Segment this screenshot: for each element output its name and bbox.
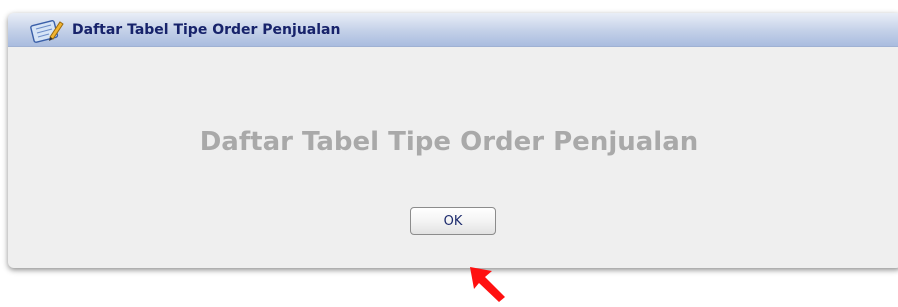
dialog-title: Daftar Tabel Tipe Order Penjualan [72,21,341,38]
dialog-titlebar[interactable]: Daftar Tabel Tipe Order Penjualan [8,13,898,47]
dialog-message: Daftar Tabel Tipe Order Penjualan [199,127,699,157]
dialog-window: Daftar Tabel Tipe Order Penjualan Daftar… [8,13,898,268]
dialog-body: Daftar Tabel Tipe Order Penjualan OK [8,47,898,268]
ok-button[interactable]: OK [410,207,496,235]
notepad-pencil-icon [28,17,66,43]
red-arrow-icon [468,265,508,303]
